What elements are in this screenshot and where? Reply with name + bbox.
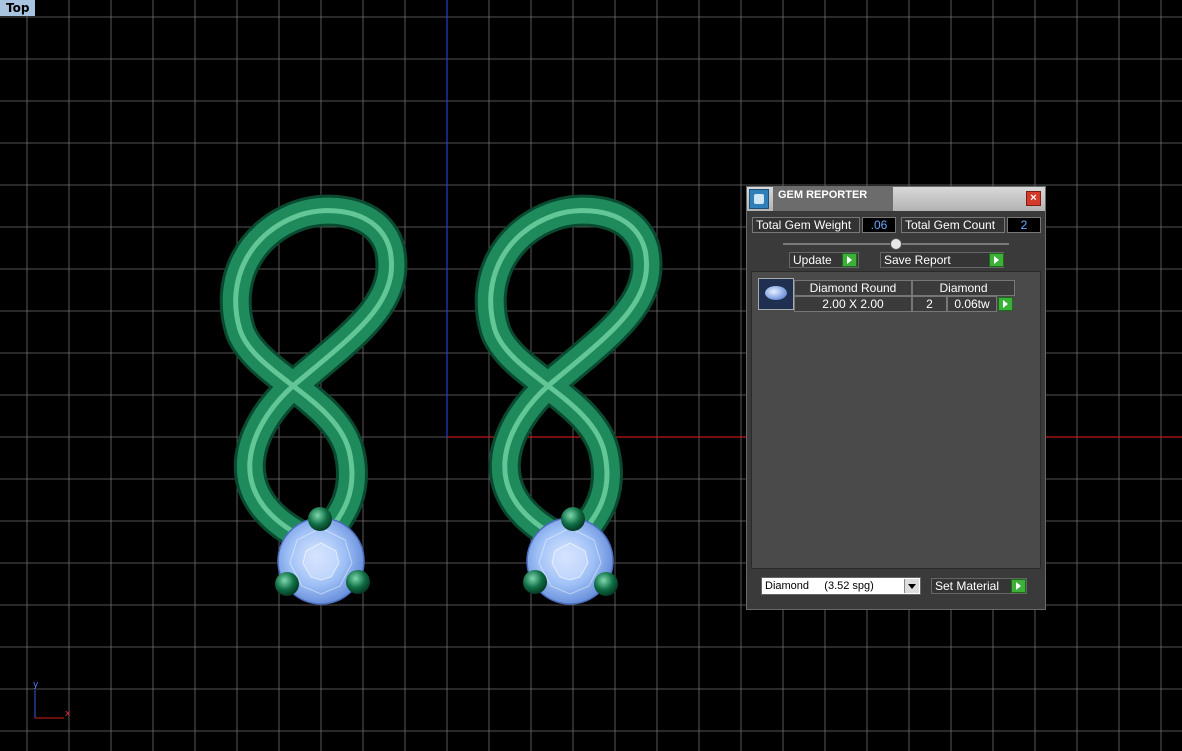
axis-indicator-icon bbox=[34, 690, 64, 719]
prong bbox=[561, 507, 585, 531]
viewport-title-top[interactable]: Top bbox=[0, 0, 36, 16]
gem-row-go-icon[interactable] bbox=[998, 297, 1013, 311]
save-report-button[interactable]: Save Report bbox=[880, 252, 1004, 268]
gem-thumbnail-icon bbox=[758, 278, 794, 310]
gem-size-cell: 2.00 X 2.00 bbox=[794, 296, 912, 312]
material-select[interactable]: Diamond (3.52 spg) bbox=[761, 577, 921, 595]
panel-title: GEM REPORTER bbox=[773, 187, 893, 211]
save-report-go-icon[interactable] bbox=[989, 253, 1004, 267]
set-material-button-label: Set Material bbox=[935, 579, 1000, 593]
close-button[interactable]: × bbox=[1026, 191, 1041, 206]
prong bbox=[594, 572, 618, 596]
axis-y-label: y bbox=[33, 680, 39, 690]
gem-count-cell: 2 bbox=[912, 296, 947, 312]
total-gem-count-value: 2 bbox=[1007, 217, 1041, 233]
gem-reporter-panel[interactable]: GEM REPORTER × Total Gem Weight .06 Tota… bbox=[746, 186, 1046, 610]
save-report-button-label: Save Report bbox=[884, 253, 951, 267]
update-go-icon[interactable] bbox=[842, 253, 857, 267]
earring-left[interactable] bbox=[219, 194, 408, 605]
prong bbox=[346, 570, 370, 594]
prong bbox=[308, 507, 332, 531]
panel-titlebar[interactable]: GEM REPORTER × bbox=[747, 187, 1045, 211]
chevron-down-icon[interactable] bbox=[904, 579, 919, 593]
earring-right[interactable] bbox=[474, 194, 663, 605]
gem-reporter-icon bbox=[749, 189, 769, 209]
axis-x-label: x bbox=[65, 709, 71, 719]
set-material-go-icon[interactable] bbox=[1011, 579, 1026, 593]
gem-shape-cell: Diamond Round bbox=[794, 280, 912, 296]
material-select-value: Diamond (3.52 spg) bbox=[765, 580, 874, 592]
gem-material-cell: Diamond bbox=[912, 280, 1015, 296]
gem-list[interactable]: Diamond Round Diamond 2.00 X 2.00 2 0.06… bbox=[751, 271, 1041, 569]
prong bbox=[275, 572, 299, 596]
panel-collapse-handle[interactable] bbox=[890, 238, 902, 250]
update-button-label: Update bbox=[793, 253, 832, 267]
total-gem-weight-value: .06 bbox=[862, 217, 896, 233]
prong bbox=[523, 570, 547, 594]
gem-weight-cell: 0.06tw bbox=[947, 296, 997, 312]
total-gem-count-label: Total Gem Count bbox=[901, 217, 1005, 233]
total-gem-weight-label: Total Gem Weight bbox=[752, 217, 860, 233]
